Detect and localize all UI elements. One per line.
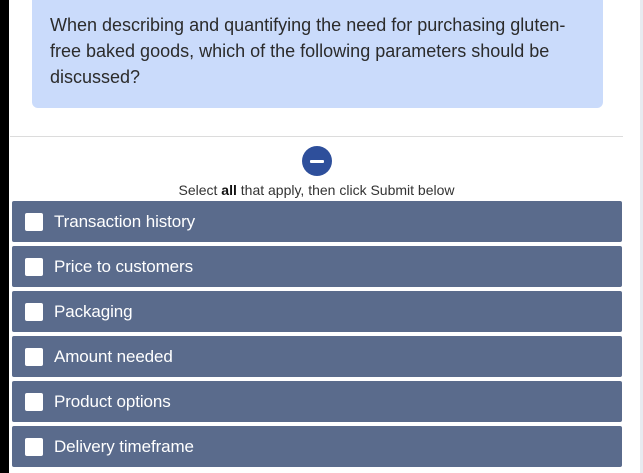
quiz-page: When describing and quantifying the need… [0, 0, 643, 473]
checkbox[interactable] [25, 302, 43, 321]
instructions-suffix: that apply, then click Submit below [236, 182, 455, 198]
left-edge-strip [0, 0, 9, 473]
checkbox[interactable] [25, 392, 43, 411]
option-transaction-history[interactable]: Transaction history [12, 201, 622, 242]
option-label: Product options [54, 391, 171, 411]
instructions: Select all that apply, then click Submit… [10, 181, 623, 199]
option-delivery-timeframe[interactable]: Delivery timeframe [12, 426, 622, 467]
option-price-to-customers[interactable]: Price to customers [12, 246, 622, 287]
option-label: Transaction history [54, 211, 196, 231]
instructions-emphasis: all [221, 182, 237, 198]
option-label: Delivery timeframe [54, 436, 194, 456]
checkbox[interactable] [25, 212, 43, 231]
options-list: Transaction history Price to customers P… [12, 201, 622, 471]
option-label: Price to customers [54, 256, 193, 276]
option-packaging[interactable]: Packaging [12, 291, 622, 332]
option-label: Packaging [54, 301, 133, 321]
option-amount-needed[interactable]: Amount needed [12, 336, 622, 377]
instructions-prefix: Select [178, 182, 222, 198]
checkbox[interactable] [25, 257, 43, 276]
question-box: When describing and quantifying the need… [32, 0, 603, 108]
checkbox[interactable] [25, 437, 43, 456]
question-text: When describing and quantifying the need… [50, 15, 566, 87]
option-label: Amount needed [54, 346, 173, 366]
checkbox[interactable] [25, 347, 43, 366]
divider [10, 136, 623, 137]
collapse-button[interactable] [302, 146, 332, 176]
minus-icon [310, 159, 324, 163]
option-product-options[interactable]: Product options [12, 381, 622, 422]
